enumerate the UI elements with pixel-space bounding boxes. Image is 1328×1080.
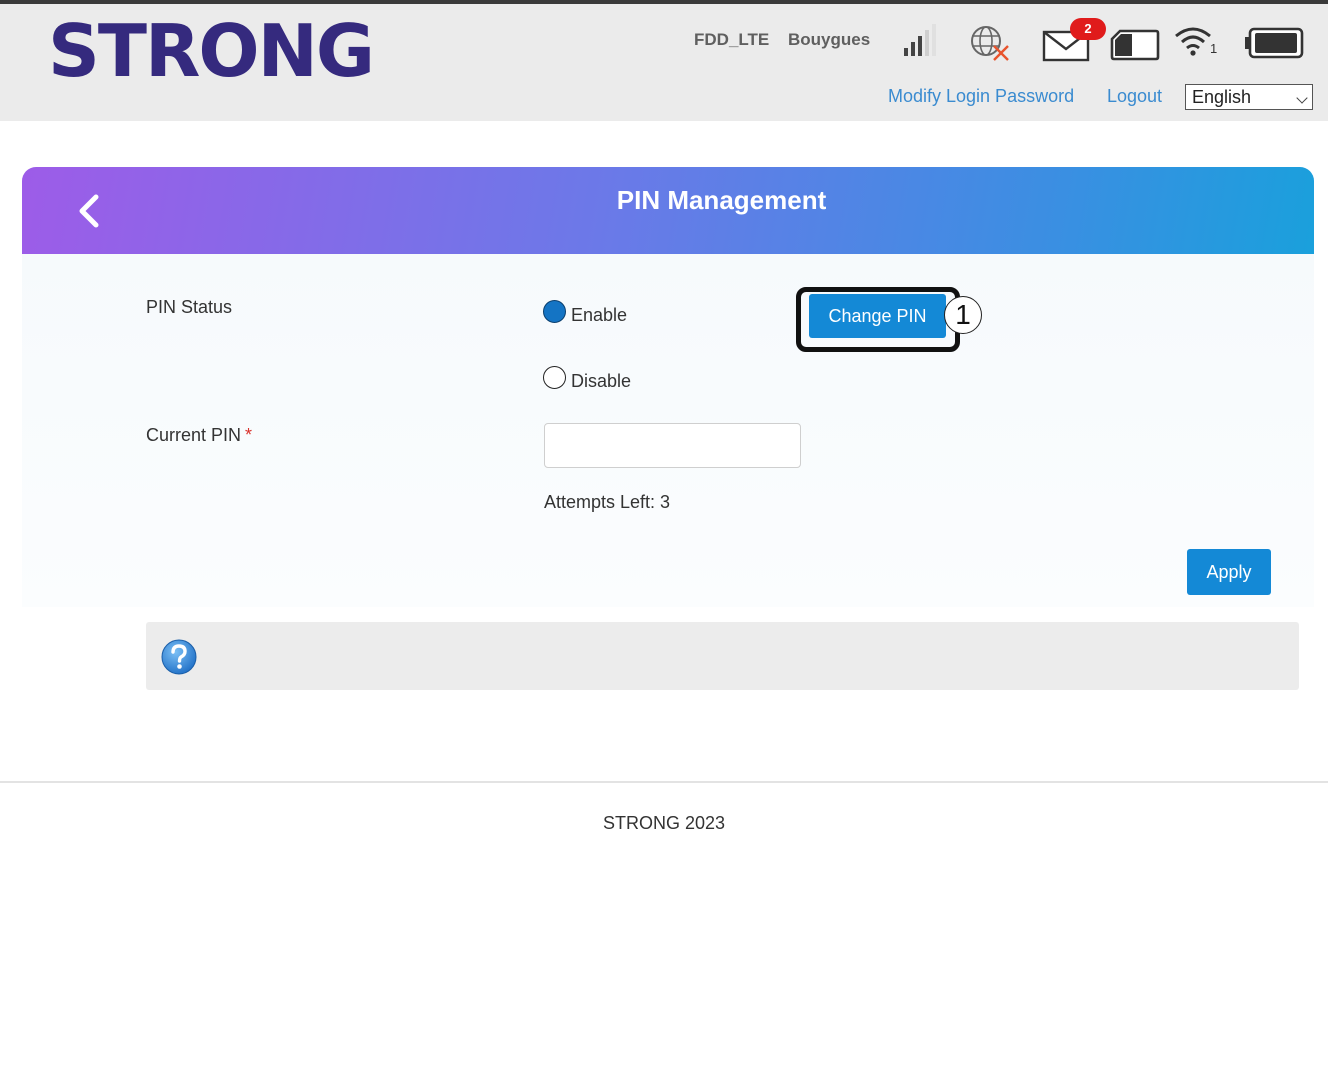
current-pin-input[interactable]	[544, 423, 801, 468]
page-title: PIN Management	[616, 185, 827, 215]
chevron-down-icon	[1296, 92, 1308, 104]
question-icon[interactable]	[160, 638, 198, 676]
footer-divider	[0, 781, 1328, 783]
battery-icon	[1245, 27, 1304, 59]
attempts-left-text: Attempts Left: 3	[544, 492, 671, 512]
wifi-indicator: 1	[1174, 24, 1220, 60]
pin-status-label: PIN Status	[146, 297, 233, 317]
card-title-wrap: PIN Management	[22, 167, 1314, 254]
messages-indicator[interactable]: 2	[1042, 18, 1108, 62]
current-pin-label-text: Current PIN	[146, 425, 242, 445]
current-pin-label: Current PIN *	[146, 425, 252, 446]
logo-text: STRONG	[48, 14, 373, 88]
signal-icon	[904, 24, 936, 56]
language-select[interactable]: English	[1185, 84, 1313, 110]
language-selected-value: English	[1192, 87, 1252, 107]
message-count-badge: 2	[1070, 18, 1106, 40]
help-bar	[146, 622, 1299, 690]
callout-marker: 1	[944, 296, 982, 334]
footer-copyright: STRONG 2023	[602, 813, 726, 833]
disable-radio-label[interactable]: Disable	[571, 371, 631, 392]
operator-name: Bouygues	[788, 30, 871, 49]
strong-logo: STRONG	[48, 14, 375, 88]
modify-login-password-link[interactable]: Modify Login Password	[888, 86, 1074, 107]
wifi-icon	[1175, 27, 1211, 56]
network-type: FDD_LTE	[694, 30, 770, 49]
app-root: STRONG FDD_LTE Bouygues 2 1 Modify Login…	[0, 0, 1328, 1080]
required-mark: *	[245, 425, 253, 445]
change-pin-button[interactable]: Change PIN	[809, 294, 946, 338]
top-header: STRONG FDD_LTE Bouygues 2 1 Modify Login…	[0, 0, 1328, 121]
pin-management-card: PIN Management PIN Status Enable Disable…	[22, 167, 1314, 607]
wifi-client-count: 1	[1210, 41, 1218, 56]
disable-radio[interactable]	[543, 366, 566, 389]
apply-button[interactable]: Apply	[1187, 549, 1271, 595]
logout-link[interactable]: Logout	[1107, 86, 1162, 107]
enable-radio[interactable]	[543, 300, 566, 323]
globe-disconnected-icon	[971, 26, 1009, 61]
sim-card-icon	[1110, 29, 1160, 61]
card-header: PIN Management	[22, 167, 1314, 254]
enable-radio-label[interactable]: Enable	[571, 305, 627, 326]
